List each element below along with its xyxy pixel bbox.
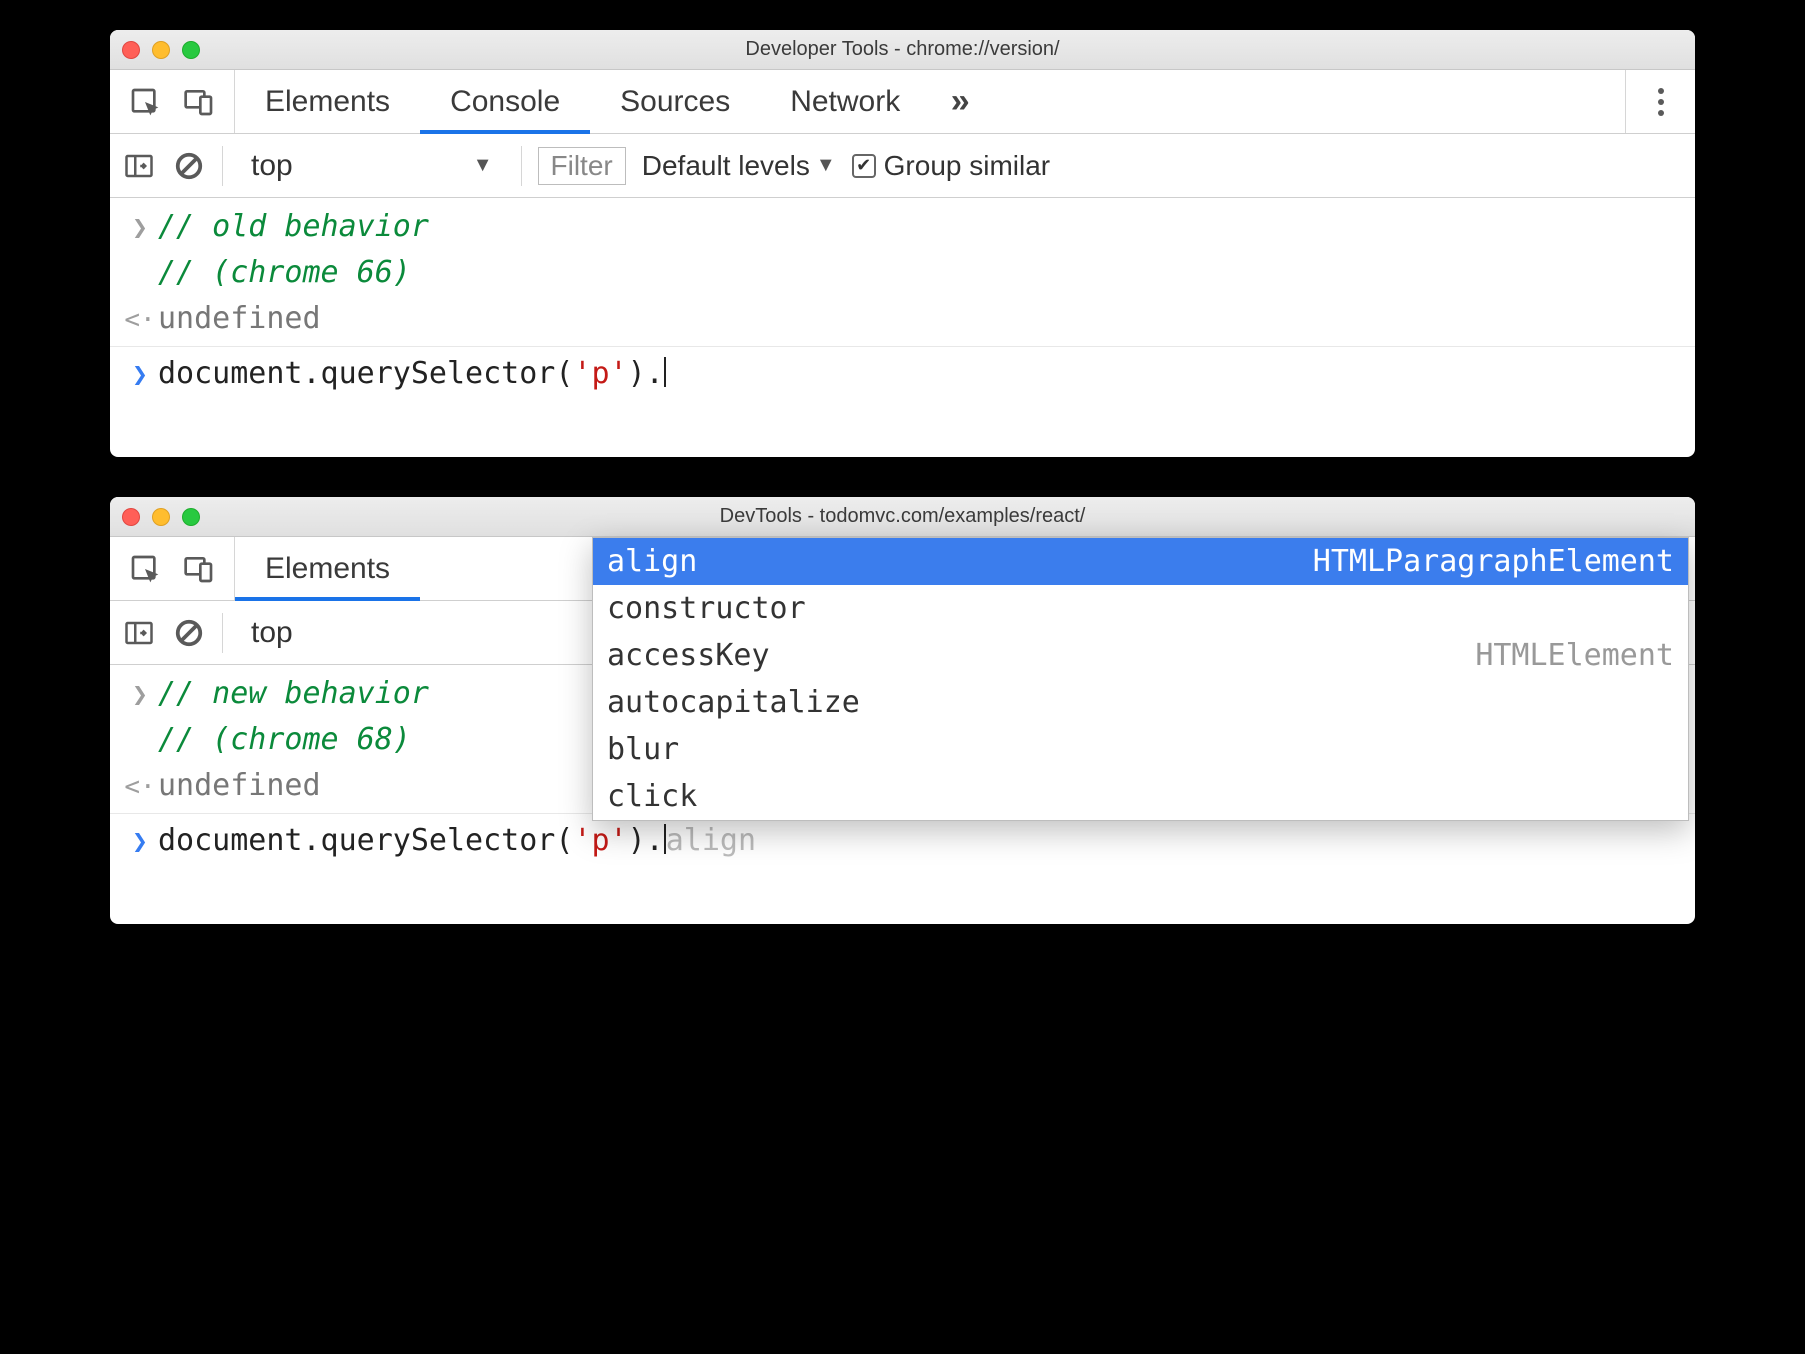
chevron-down-icon: ▼: [473, 154, 493, 177]
device-icon[interactable]: [182, 85, 216, 119]
context-selector[interactable]: top: [239, 616, 305, 650]
tab-elements[interactable]: Elements: [235, 537, 420, 600]
console-prompt-line[interactable]: document.querySelector('p').align: [158, 820, 1695, 862]
window-title: DevTools - todomvc.com/examples/react/: [110, 505, 1695, 528]
console-prompt-line[interactable]: document.querySelector('p').: [158, 353, 1695, 395]
group-similar-checkbox[interactable]: ✔ Group similar: [852, 150, 1050, 182]
titlebar: DevTools - todomvc.com/examples/react/: [110, 497, 1695, 537]
context-selector[interactable]: top ▼: [239, 149, 505, 183]
minimize-icon[interactable]: [152, 41, 170, 59]
console-filterbar: top ▼ Filter Default levels ▼ ✔ Group si…: [110, 134, 1695, 198]
device-icon[interactable]: [182, 552, 216, 586]
more-menu-icon[interactable]: [1625, 70, 1695, 133]
tab-console[interactable]: Console: [420, 70, 590, 133]
autocomplete-popup: align HTMLParagraphElement constructor a…: [592, 537, 1689, 821]
prompt-marker-icon: ❯: [122, 820, 158, 860]
autocomplete-item[interactable]: click: [593, 773, 1688, 820]
autocomplete-item[interactable]: align HTMLParagraphElement: [593, 538, 1688, 585]
traffic-lights: [122, 508, 200, 526]
ac-name: autocapitalize: [607, 685, 860, 720]
tab-elements[interactable]: Elements: [235, 70, 420, 133]
ac-hint: HTMLParagraphElement: [1313, 544, 1674, 579]
text-cursor: [664, 357, 666, 387]
console-body[interactable]: ❯ // old behavior // (chrome 66) <· unde…: [110, 198, 1695, 457]
clear-console-icon[interactable]: [172, 616, 206, 650]
output-marker-icon: <·: [122, 298, 158, 338]
clear-console-icon[interactable]: [172, 149, 206, 183]
close-icon[interactable]: [122, 41, 140, 59]
console-result: undefined: [158, 768, 321, 803]
group-similar-label: Group similar: [884, 150, 1050, 182]
inspect-icon[interactable]: [128, 552, 162, 586]
ac-name: accessKey: [607, 638, 770, 673]
console-comment: // (chrome 66): [158, 255, 411, 290]
checkbox-checked-icon: ✔: [852, 154, 876, 178]
console-comment: // new behavior: [158, 676, 429, 711]
console-sidebar-toggle-icon[interactable]: [122, 616, 156, 650]
filter-input[interactable]: Filter: [538, 147, 626, 185]
ac-name: blur: [607, 732, 679, 767]
input-marker-icon: ❯: [122, 206, 158, 246]
ghost-completion: align: [666, 823, 756, 858]
titlebar: Developer Tools - chrome://version/: [110, 30, 1695, 70]
autocomplete-item[interactable]: constructor: [593, 585, 1688, 632]
input-marker-icon: ❯: [122, 673, 158, 713]
ac-name: align: [607, 544, 697, 579]
autocomplete-item[interactable]: autocapitalize: [593, 679, 1688, 726]
devtools-window-1: Developer Tools - chrome://version/ Elem…: [110, 30, 1695, 457]
prompt-marker-icon: ❯: [122, 353, 158, 393]
devtools-toolbar: Elements align HTMLParagraphElement cons…: [110, 537, 1695, 601]
ac-name: click: [607, 779, 697, 814]
devtools-window-2: DevTools - todomvc.com/examples/react/ E…: [110, 497, 1695, 924]
inspect-icon[interactable]: [128, 85, 162, 119]
autocomplete-item[interactable]: blur: [593, 726, 1688, 773]
ac-hint: HTMLElement: [1475, 638, 1674, 673]
zoom-icon[interactable]: [182, 508, 200, 526]
levels-label: Default levels: [642, 150, 810, 182]
console-sidebar-toggle-icon[interactable]: [122, 149, 156, 183]
devtools-toolbar: Elements Console Sources Network »: [110, 70, 1695, 134]
log-levels-selector[interactable]: Default levels ▼: [642, 150, 836, 182]
close-icon[interactable]: [122, 508, 140, 526]
traffic-lights: [122, 41, 200, 59]
window-title: Developer Tools - chrome://version/: [110, 38, 1695, 61]
minimize-icon[interactable]: [152, 508, 170, 526]
chevron-down-icon: ▼: [816, 154, 836, 177]
console-comment: // (chrome 68): [158, 722, 411, 757]
ac-name: constructor: [607, 591, 806, 626]
zoom-icon[interactable]: [182, 41, 200, 59]
autocomplete-item[interactable]: accessKey HTMLElement: [593, 632, 1688, 679]
console-result: undefined: [158, 301, 321, 336]
tab-network[interactable]: Network: [760, 70, 930, 133]
context-label: top: [251, 149, 293, 183]
output-marker-icon: <·: [122, 765, 158, 805]
tabs-overflow-icon[interactable]: »: [930, 70, 990, 133]
tab-sources[interactable]: Sources: [590, 70, 760, 133]
console-comment: // old behavior: [158, 209, 429, 244]
context-label: top: [251, 616, 293, 650]
